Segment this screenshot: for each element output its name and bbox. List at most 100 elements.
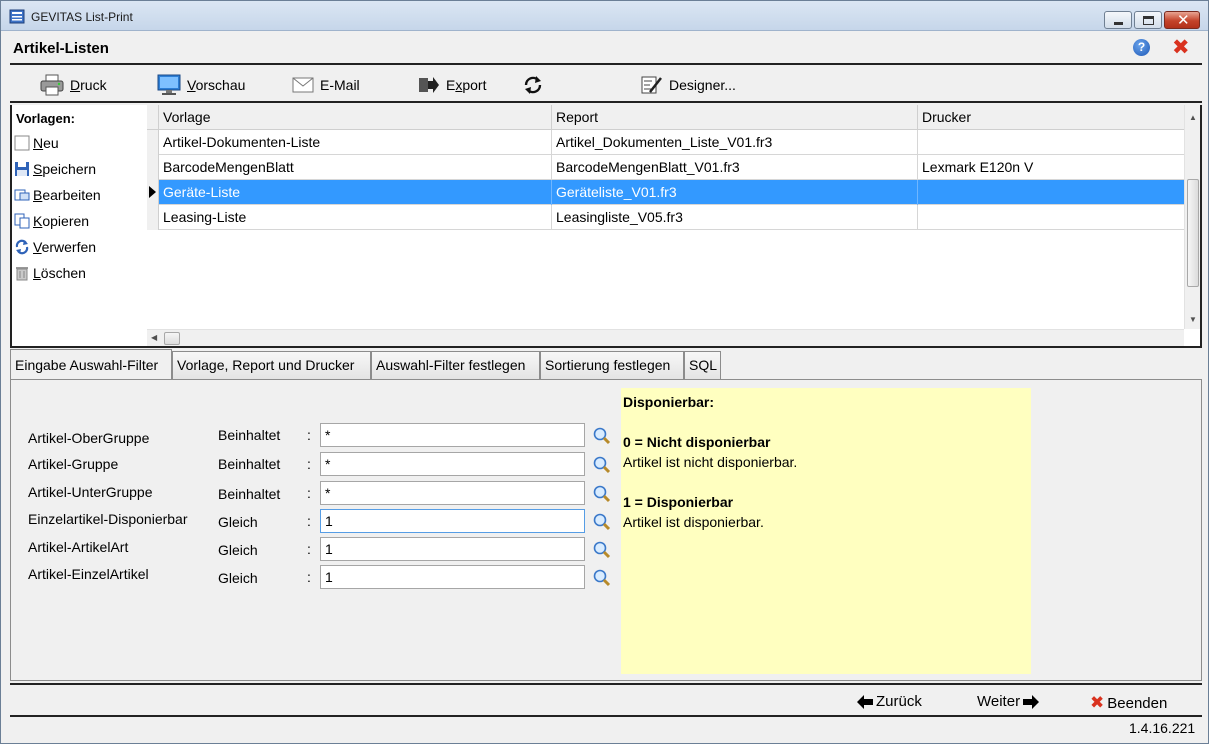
table-row-selected[interactable]: Geräte-Liste Geräteliste_V01.fr3 (147, 180, 1184, 205)
new-icon (14, 135, 30, 151)
refresh-icon (524, 76, 542, 94)
search-icon[interactable] (593, 569, 611, 587)
cell-report: Artikel_Dokumenten_Liste_V01.fr3 (552, 130, 918, 155)
vorlagen-title: Vorlagen: (16, 111, 75, 126)
back-button[interactable]: Zurück (857, 693, 922, 710)
copy-hotkey: K (33, 213, 43, 229)
title-bar: GEVITAS List-Print ✕ (1, 1, 1208, 31)
filter-value-input[interactable]: * (320, 452, 585, 476)
vorlage-new-button[interactable]: Neu (14, 133, 59, 153)
copy-label: opieren (42, 213, 90, 229)
app-window: GEVITAS List-Print ✕ Artikel-Listen ? ✖ … (0, 0, 1209, 744)
cell-vorlage: BarcodeMengenBlatt (159, 155, 552, 180)
filter-label: Artikel-OberGruppe (28, 430, 150, 446)
close-form-icon[interactable]: ✖ (1172, 35, 1190, 60)
window-close-button[interactable]: ✕ (1164, 11, 1200, 29)
filter-colon: : (307, 456, 311, 472)
tab-vorlage-report-drucker[interactable]: Vorlage, Report und Drucker (172, 351, 371, 380)
column-header-vorlage[interactable]: Vorlage (159, 105, 552, 130)
filter-panel: Artikel-OberGruppe Beinhaltet : * Artike… (10, 379, 1202, 681)
search-icon[interactable] (593, 541, 611, 559)
table-row[interactable]: Leasing-Liste Leasingliste_V05.fr3 (147, 205, 1184, 230)
row-indicator (147, 155, 159, 180)
vorlage-save-button[interactable]: Speichern (14, 159, 96, 179)
export-icon (419, 77, 439, 93)
email-button[interactable]: E-Mail (292, 73, 360, 97)
search-icon[interactable] (593, 427, 611, 445)
arrow-right-icon (1023, 694, 1040, 709)
filter-operator: Gleich (218, 542, 258, 558)
grid-horizontal-scrollbar[interactable]: ◀ (147, 329, 1184, 346)
edit-label: earbeiten (42, 187, 101, 203)
scroll-left-icon[interactable]: ◀ (151, 333, 157, 342)
print-button[interactable]: Druck (40, 73, 107, 97)
help-icon[interactable]: ? (1133, 39, 1150, 56)
designer-button[interactable]: Designer... (641, 73, 736, 97)
vorlage-delete-button[interactable]: Löschen (14, 263, 86, 283)
discard-label: erwerfen (41, 239, 97, 255)
export-button[interactable]: Export (418, 73, 486, 97)
vorlage-edit-button[interactable]: Bearbeiten (14, 185, 101, 205)
maximize-button[interactable] (1134, 11, 1162, 29)
minimize-button[interactable] (1104, 11, 1132, 29)
refresh-button[interactable] (522, 73, 544, 97)
column-header-drucker[interactable]: Drucker (918, 105, 1184, 130)
grid-vertical-scrollbar[interactable]: ▲ ▼ (1184, 105, 1200, 329)
filter-operator: Gleich (218, 570, 258, 586)
filter-operator: Gleich (218, 514, 258, 530)
delete-hotkey: L (33, 265, 41, 281)
column-header-report[interactable]: Report (552, 105, 918, 130)
grid-vertical-scroll-thumb[interactable] (1187, 179, 1199, 287)
quit-x-icon: ✖ (1090, 693, 1105, 712)
grid-header: Vorlage Report Drucker (147, 105, 1184, 130)
filter-colon: : (307, 485, 311, 501)
current-row-arrow-icon (149, 186, 156, 198)
next-label: Weiter (977, 693, 1021, 710)
vorlage-copy-button[interactable]: Kopieren (14, 211, 89, 231)
tab-sql[interactable]: SQL (684, 351, 721, 380)
tab-auswahl-filter-festlegen[interactable]: Auswahl-Filter festlegen (371, 351, 540, 380)
vorlage-discard-button[interactable]: Verwerfen (14, 237, 96, 257)
envelope-icon (292, 77, 314, 93)
tab-sortierung-festlegen[interactable]: Sortierung festlegen (540, 351, 684, 380)
filter-label: Einzelartikel-Disponierbar (28, 511, 188, 527)
scroll-up-icon[interactable]: ▲ (1189, 113, 1197, 122)
export-prefix: E (446, 77, 456, 93)
table-row[interactable]: BarcodeMengenBlatt BarcodeMengenBlatt_V0… (147, 155, 1184, 180)
cell-drucker (918, 180, 1184, 205)
save-label: peichern (42, 161, 97, 177)
row-indicator (147, 180, 159, 205)
filter-value-input[interactable]: * (320, 423, 585, 447)
next-button[interactable]: Weiter (977, 693, 1040, 710)
filter-value-input[interactable]: 1 (320, 565, 585, 589)
search-icon[interactable] (593, 485, 611, 503)
search-icon[interactable] (593, 456, 611, 474)
info-title: Disponierbar: (623, 394, 715, 410)
preview-button[interactable]: Vorschau (157, 73, 245, 97)
filter-value-input[interactable]: * (320, 481, 585, 505)
grid-horizontal-scroll-thumb[interactable] (164, 332, 180, 345)
delete-label: öschen (40, 265, 86, 281)
cell-vorlage: Geräte-Liste (159, 180, 552, 205)
filter-label: Artikel-Gruppe (28, 456, 119, 472)
row-indicator (147, 205, 159, 230)
scroll-down-icon[interactable]: ▼ (1189, 315, 1197, 324)
window-title: GEVITAS List-Print (31, 10, 133, 24)
header-indicator-cell (147, 105, 159, 130)
cell-report: Leasingliste_V05.fr3 (552, 205, 918, 230)
save-icon (15, 162, 29, 176)
table-row[interactable]: Artikel-Dokumenten-Liste Artikel_Dokumen… (147, 130, 1184, 155)
footer-bar: Zurück Weiter ✖ Beenden (10, 683, 1202, 717)
filter-operator: Beinhaltet (218, 486, 281, 502)
filter-value-input[interactable]: 1 (320, 509, 585, 533)
filter-label: Artikel-EinzelArtikel (28, 566, 149, 582)
filter-value-input[interactable]: 1 (320, 537, 585, 561)
form-header: Artikel-Listen ? ✖ (2, 32, 1208, 62)
info-option-1-desc: Artikel ist disponierbar. (623, 514, 764, 530)
printer-icon (40, 74, 64, 96)
search-icon[interactable] (593, 513, 611, 531)
quit-button[interactable]: ✖ Beenden (1090, 693, 1167, 713)
filter-colon: : (307, 513, 311, 529)
tab-eingabe-auswahl-filter[interactable]: Eingabe Auswahl-Filter (10, 349, 172, 380)
